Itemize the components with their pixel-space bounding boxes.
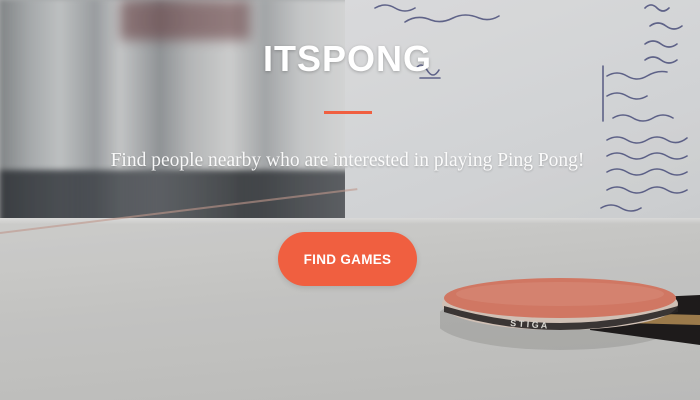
hero-section: S T I G A ITSPONG Find people nearby who… bbox=[0, 0, 700, 400]
title-divider bbox=[324, 111, 372, 114]
hero-content: ITSPONG Find people nearby who are inter… bbox=[0, 0, 700, 400]
site-title: ITSPONG bbox=[262, 38, 433, 79]
find-games-button[interactable]: FIND GAMES bbox=[278, 232, 417, 286]
hero-subtitle: Find people nearby who are interested in… bbox=[110, 150, 585, 171]
